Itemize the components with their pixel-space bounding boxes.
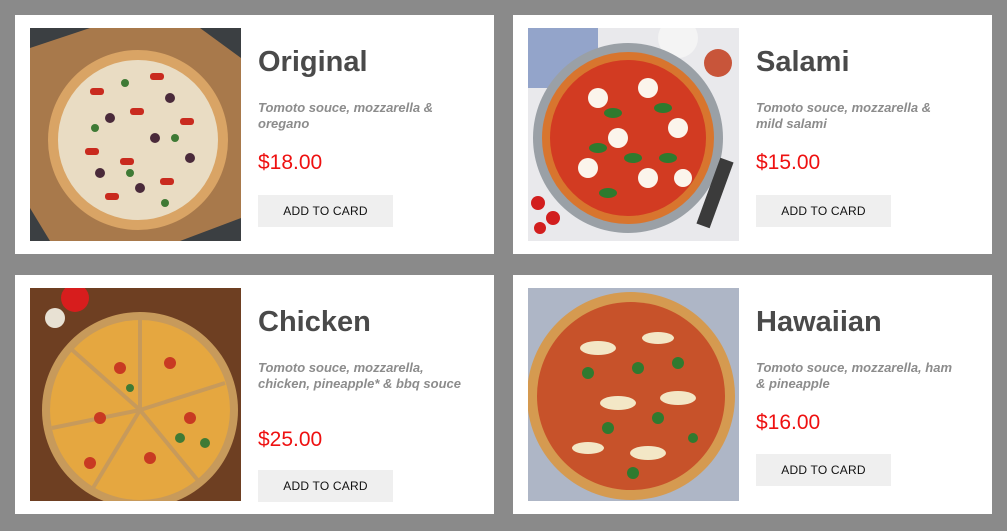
- pizza-hawaiian-image: [528, 288, 739, 501]
- add-to-card-button[interactable]: ADD TO CARD: [258, 470, 393, 502]
- product-description: Tomoto souce, mozzarella & mild salami: [756, 100, 932, 131]
- product-card-original: Original Tomoto souce, mozzarella & oreg…: [15, 15, 494, 254]
- product-title: Chicken: [258, 306, 371, 338]
- product-price: $18.00: [258, 151, 323, 174]
- add-to-card-button[interactable]: ADD TO CARD: [756, 195, 891, 227]
- product-card-salami: Salami Tomoto souce, mozzarella & mild s…: [513, 15, 992, 254]
- add-to-card-button[interactable]: ADD TO CARD: [258, 195, 393, 227]
- product-title: Hawaiian: [756, 306, 882, 338]
- product-title: Salami: [756, 46, 850, 78]
- product-description: Tomoto souce, mozzarella, chicken, pinea…: [258, 360, 461, 391]
- pizza-original-image: [30, 28, 241, 241]
- product-price: $25.00: [258, 428, 323, 451]
- product-description: Tomoto souce, mozzarella, ham & pineappl…: [756, 360, 953, 391]
- pizza-salami-image: [528, 28, 739, 241]
- product-title: Original: [258, 46, 368, 78]
- product-price: $15.00: [756, 151, 821, 174]
- product-card-chicken: Chicken Tomoto souce, mozzarella, chicke…: [15, 275, 494, 514]
- add-to-card-button[interactable]: ADD TO CARD: [756, 454, 891, 486]
- product-description: Tomoto souce, mozzarella & oregano: [258, 100, 434, 131]
- pizza-chicken-image: [30, 288, 241, 501]
- product-card-hawaiian: Hawaiian Tomoto souce, mozzarella, ham &…: [513, 275, 992, 514]
- product-price: $16.00: [756, 411, 821, 434]
